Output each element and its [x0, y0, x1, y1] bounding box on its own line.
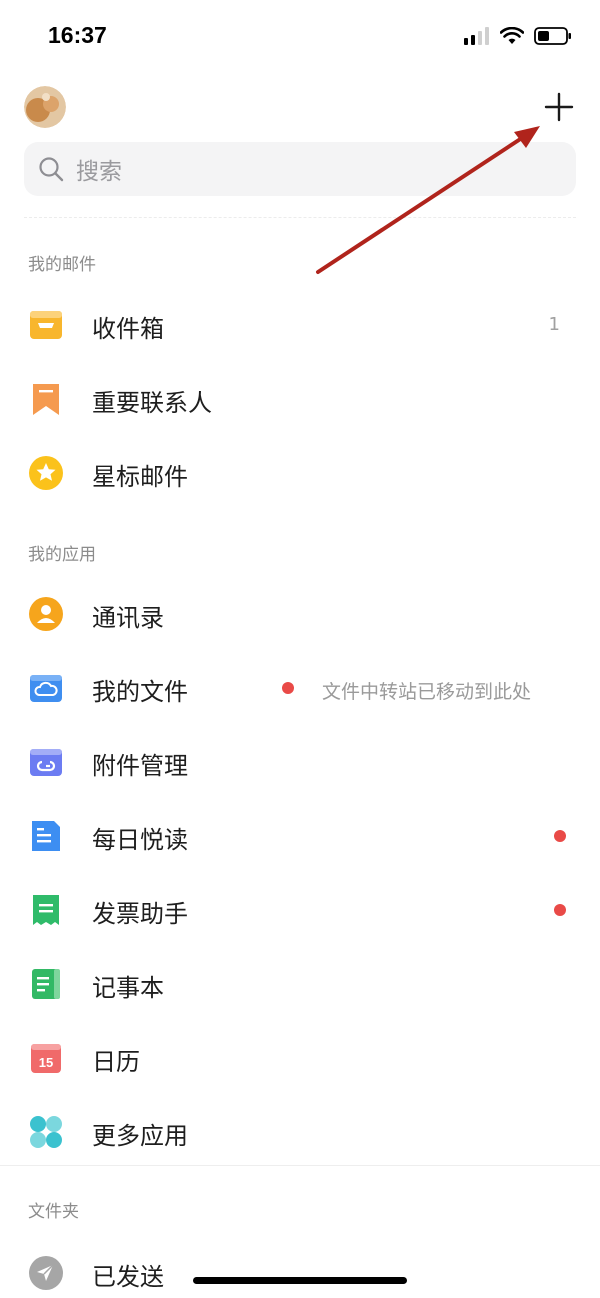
- battery-icon: [534, 27, 571, 45]
- list-item-label: 重要联系人: [92, 389, 212, 417]
- list-item-label: 每日悦读: [92, 826, 188, 854]
- list-item-label: 日历: [92, 1048, 140, 1076]
- list-item-sent[interactable]: 已发送: [0, 1240, 600, 1298]
- list-item-contacts[interactable]: 通讯录: [0, 581, 600, 647]
- add-button[interactable]: [538, 86, 580, 128]
- receipt-icon: [33, 895, 59, 925]
- paper-plane-icon: [29, 1256, 63, 1290]
- list-item-label: 通讯录: [92, 604, 164, 632]
- list-item-starred[interactable]: 星标邮件: [0, 440, 600, 506]
- bookmark-icon: [33, 384, 59, 415]
- list-item-label: 收件箱: [92, 315, 164, 343]
- list-item-label: 附件管理: [92, 752, 188, 780]
- list-item-label: 更多应用: [92, 1122, 188, 1150]
- list-item-my-files[interactable]: 我的文件 文件中转站已移动到此处: [0, 655, 600, 721]
- divider: [24, 217, 576, 218]
- calendar-icon: 15: [31, 1044, 61, 1073]
- contact-person-icon: [29, 597, 63, 631]
- inbox-icon: [30, 311, 62, 339]
- list-item-label: 星标邮件: [92, 463, 188, 491]
- article-icon: [32, 821, 60, 851]
- list-item-label: 记事本: [92, 974, 164, 1002]
- avatar[interactable]: [24, 86, 66, 128]
- list-item-hint: 文件中转站已移动到此处: [322, 681, 532, 703]
- list-item-daily-read[interactable]: 每日悦读: [0, 803, 600, 869]
- home-indicator[interactable]: [193, 1277, 407, 1284]
- divider: [0, 1165, 600, 1166]
- attachment-link-icon: [30, 749, 62, 776]
- list-item-important-contacts[interactable]: 重要联系人: [0, 366, 600, 432]
- status-time: 16:37: [48, 22, 107, 48]
- search-icon: [39, 157, 64, 182]
- star-icon: [29, 456, 63, 490]
- cellular-signal-icon: [464, 27, 489, 45]
- plus-icon: [544, 92, 574, 122]
- unread-count: 1: [548, 314, 560, 335]
- four-circles-icon: [30, 1116, 62, 1148]
- section-title-my-apps: 我的应用: [28, 545, 96, 565]
- notification-dot: [282, 682, 294, 694]
- notebook-icon: [32, 969, 60, 999]
- notification-dot: [554, 904, 566, 916]
- status-bar: 16:37: [0, 0, 600, 76]
- notification-dot: [554, 830, 566, 842]
- list-item-notebook[interactable]: 记事本: [0, 951, 600, 1017]
- search-input[interactable]: 搜索: [24, 142, 576, 196]
- list-item-label: 我的文件: [92, 678, 188, 706]
- search-placeholder: 搜索: [76, 159, 122, 185]
- list-item-label: 发票助手: [92, 900, 188, 928]
- calendar-day-number: 15: [39, 1055, 53, 1070]
- list-item-more-apps[interactable]: 更多应用: [0, 1099, 600, 1165]
- cloud-folder-icon: [30, 675, 62, 702]
- list-item-label: 已发送: [92, 1263, 164, 1291]
- top-bar: [0, 80, 600, 136]
- list-item-attachments[interactable]: 附件管理: [0, 729, 600, 795]
- list-item-inbox[interactable]: 收件箱 1: [0, 292, 600, 358]
- section-title-my-mail: 我的邮件: [28, 255, 96, 275]
- wifi-icon: [500, 27, 524, 44]
- status-icons: [464, 26, 572, 46]
- list-item-invoice-assistant[interactable]: 发票助手: [0, 877, 600, 943]
- section-title-folders: 文件夹: [28, 1202, 79, 1222]
- list-item-calendar[interactable]: 15 日历: [0, 1025, 600, 1091]
